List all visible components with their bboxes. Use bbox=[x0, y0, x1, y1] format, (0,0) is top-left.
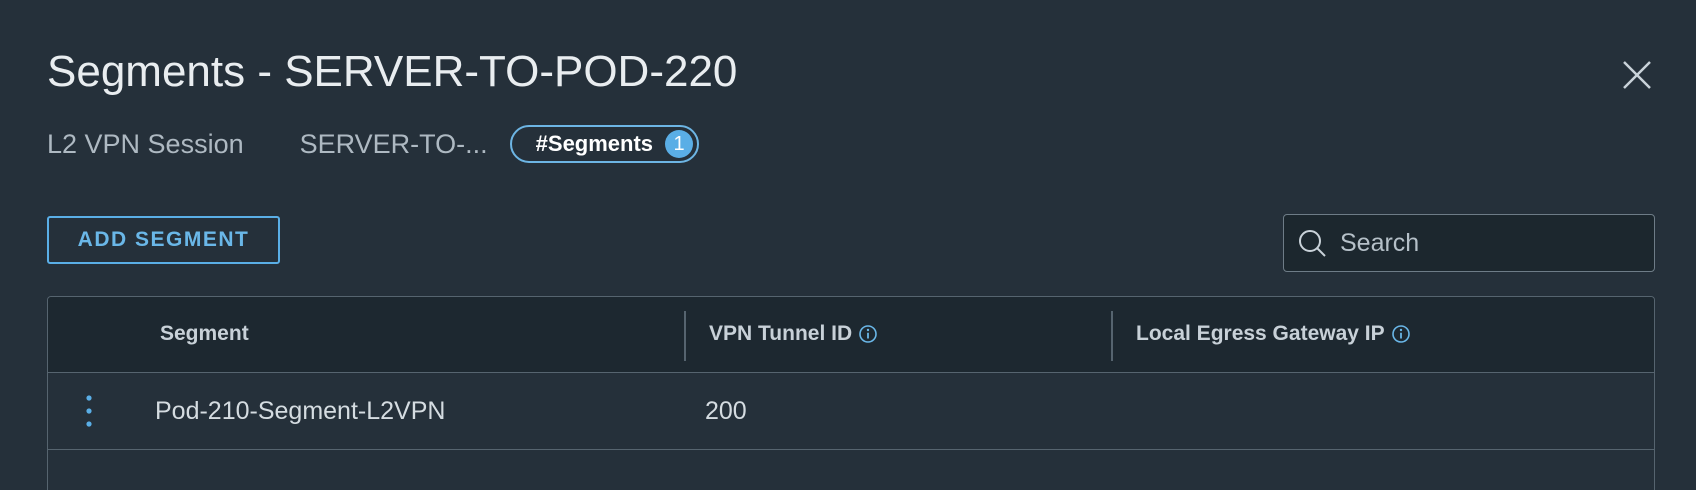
column-header-local-egress-gateway-ip[interactable]: Local Egress Gateway IP bbox=[1136, 297, 1411, 371]
table-header: Segment VPN Tunnel ID Local Egress Gatew… bbox=[48, 297, 1654, 373]
search-box[interactable] bbox=[1283, 214, 1655, 272]
column-header-segment[interactable]: Segment bbox=[160, 297, 249, 371]
table-row: Pod-210-Segment-L2VPN 200 bbox=[48, 373, 1654, 450]
segments-chip-label: #Segments bbox=[535, 131, 654, 156]
column-header-label: Segment bbox=[160, 322, 249, 345]
segments-dialog: Segments - SERVER-TO-POD-220 L2 VPN Sess… bbox=[0, 0, 1696, 490]
session-value: SERVER-TO-... bbox=[299, 128, 488, 159]
session-label: L2 VPN Session bbox=[47, 128, 244, 159]
column-header-label: Local Egress Gateway IP bbox=[1136, 322, 1385, 345]
segments-count-chip[interactable]: #Segments 1 bbox=[509, 125, 700, 163]
column-header-label: VPN Tunnel ID bbox=[709, 322, 853, 345]
close-icon[interactable] bbox=[1618, 56, 1656, 94]
info-icon[interactable] bbox=[1391, 324, 1411, 344]
search-input[interactable] bbox=[1338, 227, 1642, 259]
column-separator[interactable] bbox=[1111, 311, 1113, 361]
add-segment-button[interactable]: ADD SEGMENT bbox=[47, 216, 280, 264]
column-separator[interactable] bbox=[684, 311, 686, 361]
segment-name-cell: Pod-210-Segment-L2VPN bbox=[155, 396, 446, 425]
info-icon[interactable] bbox=[858, 324, 878, 344]
row-actions-menu-icon[interactable] bbox=[82, 393, 96, 429]
segments-count-badge: 1 bbox=[665, 130, 694, 158]
dialog-title: Segments - SERVER-TO-POD-220 bbox=[47, 47, 738, 96]
session-meta-row: L2 VPN Session SERVER-TO-... #Segments 1 bbox=[47, 122, 700, 166]
search-icon bbox=[1299, 230, 1326, 257]
segments-table: Segment VPN Tunnel ID Local Egress Gatew… bbox=[47, 296, 1655, 490]
vpn-tunnel-id-cell: 200 bbox=[705, 396, 747, 425]
column-header-vpn-tunnel-id[interactable]: VPN Tunnel ID bbox=[709, 297, 878, 371]
